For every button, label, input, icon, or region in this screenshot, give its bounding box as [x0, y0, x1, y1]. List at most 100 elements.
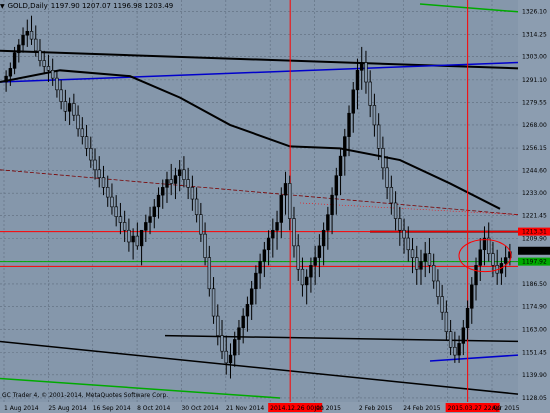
candle-body[interactable] [440, 296, 444, 313]
candle-body[interactable] [173, 175, 178, 184]
candle-body[interactable] [258, 261, 262, 274]
candle-body[interactable] [372, 105, 377, 126]
candle-body[interactable] [249, 288, 254, 305]
candle-body[interactable] [402, 229, 406, 239]
candle-body[interactable] [423, 253, 427, 262]
candle-body[interactable] [67, 103, 72, 112]
candle-body[interactable] [317, 245, 322, 258]
candle-body[interactable] [254, 272, 258, 290]
candle-body[interactable] [139, 229, 144, 247]
candle-body[interactable] [448, 331, 453, 348]
price-chart[interactable]: 1326.10 1314.25 1303.00 1291.10 1279.55 1268.… [0, 0, 550, 413]
candle-body[interactable] [228, 354, 233, 364]
candle-body[interactable] [190, 187, 195, 200]
candle-body[interactable] [487, 237, 491, 254]
candle-body[interactable] [80, 128, 85, 137]
candle-body[interactable] [156, 194, 161, 208]
candle-body[interactable] [279, 194, 283, 223]
candle-body[interactable] [406, 237, 410, 251]
candle-body[interactable] [415, 257, 419, 270]
candle-body[interactable] [12, 52, 17, 69]
candle-body[interactable] [368, 81, 372, 106]
candle-body[interactable] [224, 350, 228, 364]
candle-body[interactable] [461, 327, 466, 344]
candle-body[interactable] [50, 70, 55, 79]
candle-body[interactable] [63, 101, 68, 112]
candle-body[interactable] [419, 261, 423, 270]
candle-body[interactable] [491, 253, 495, 266]
candle-body[interactable] [131, 235, 135, 243]
candle-body[interactable] [283, 183, 288, 196]
candle-body[interactable] [161, 187, 165, 196]
candle-body[interactable] [211, 288, 216, 317]
candle-body[interactable] [266, 237, 271, 251]
candle-body[interactable] [444, 311, 449, 332]
candle-body[interactable] [245, 304, 250, 317]
candle-body[interactable] [233, 339, 237, 356]
candle-body[interactable] [292, 218, 296, 247]
candle-body[interactable] [97, 169, 101, 178]
candle-body[interactable] [127, 229, 131, 243]
candle-body[interactable] [186, 179, 190, 188]
candle-body[interactable] [194, 198, 199, 215]
candle-body[interactable] [17, 44, 21, 54]
candle-body[interactable] [470, 284, 474, 309]
triangle-down-icon[interactable]: ▼ [0, 3, 5, 10]
candle-body[interactable] [271, 229, 275, 239]
candle-body[interactable] [330, 194, 334, 215]
candle-body[interactable] [343, 136, 347, 157]
candle-body[interactable] [34, 38, 38, 52]
candle-body[interactable] [169, 179, 173, 184]
candle-body[interactable] [262, 249, 267, 262]
candle-body[interactable] [355, 70, 360, 91]
candle-body[interactable] [321, 229, 326, 247]
candle-body[interactable] [93, 159, 97, 171]
candle-body[interactable] [72, 103, 76, 116]
candle-body[interactable] [376, 124, 381, 149]
candle-body[interactable] [122, 222, 127, 231]
candle-body[interactable] [118, 216, 123, 223]
candle-body[interactable] [478, 249, 482, 266]
candle-body[interactable] [241, 315, 245, 329]
candle-body[interactable] [8, 68, 13, 77]
candle-body[interactable] [55, 77, 59, 91]
candle-body[interactable] [59, 89, 63, 102]
candle-body[interactable] [114, 206, 118, 217]
candle-body[interactable] [216, 315, 220, 336]
candle-body[interactable] [347, 112, 351, 137]
candle-body[interactable] [326, 214, 330, 231]
candle-body[interactable] [89, 148, 93, 161]
candle-body[interactable] [203, 233, 207, 258]
candle-body[interactable] [309, 265, 313, 278]
candle-body[interactable] [148, 216, 152, 223]
candle-body[interactable] [106, 187, 110, 198]
candle-body[interactable] [503, 257, 508, 264]
candle-body[interactable] [110, 196, 114, 208]
candle-body[interactable] [288, 183, 292, 219]
candle-body[interactable] [427, 253, 432, 266]
candle-body[interactable] [29, 31, 34, 40]
candle-body[interactable] [135, 235, 140, 247]
candle-body[interactable] [207, 257, 212, 290]
candle-body[interactable] [474, 265, 478, 286]
candle-body[interactable] [76, 114, 80, 130]
candle-body[interactable] [300, 268, 305, 286]
candle-body[interactable] [381, 148, 385, 169]
candle-body[interactable] [84, 136, 89, 149]
candle-body[interactable] [21, 34, 25, 46]
candle-body[interactable] [165, 179, 169, 188]
candle-body[interactable] [152, 206, 156, 217]
candle-body[interactable] [38, 50, 42, 61]
candle-body[interactable] [436, 280, 440, 297]
candle-body[interactable] [42, 60, 46, 67]
candle-body[interactable] [465, 307, 470, 329]
candle-body[interactable] [385, 167, 389, 188]
candle-body[interactable] [144, 222, 148, 231]
candle-body[interactable] [237, 327, 241, 340]
candle-body[interactable] [410, 249, 415, 258]
candle-body[interactable] [360, 62, 364, 71]
candle-body[interactable] [220, 335, 224, 352]
candle-body[interactable] [338, 155, 343, 176]
candle-body[interactable] [453, 346, 457, 356]
candle-body[interactable] [275, 222, 279, 231]
